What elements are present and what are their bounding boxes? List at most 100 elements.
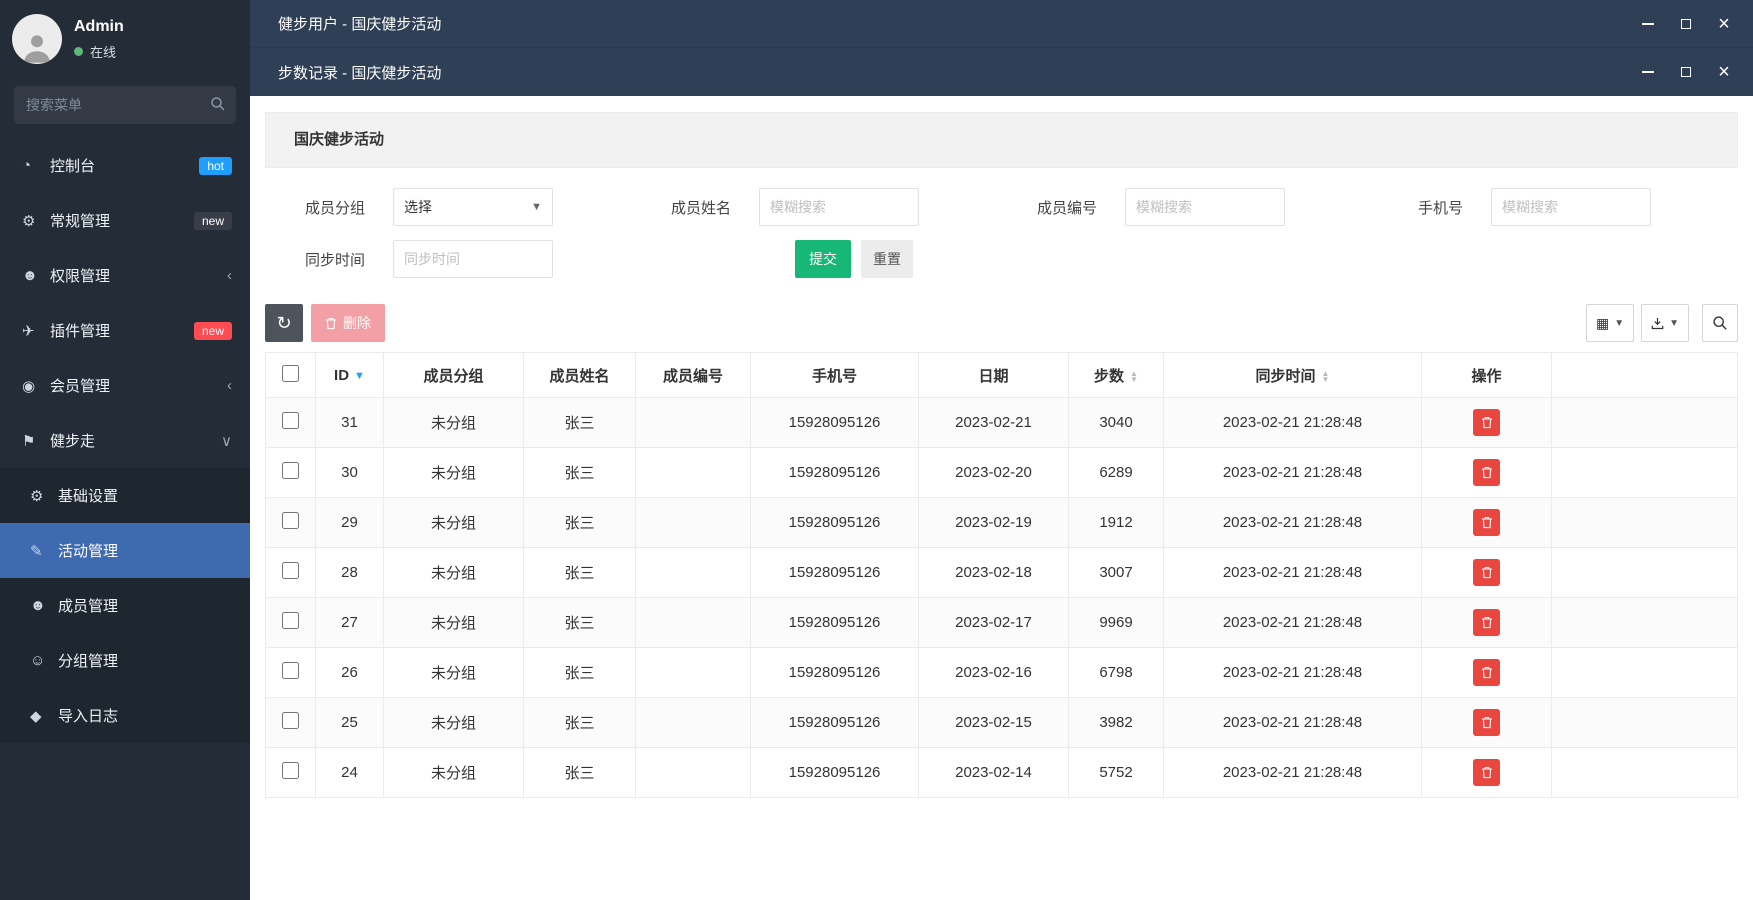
table-row: 26 未分组 张三 15928095126 2023-02-16 6798 20…: [265, 647, 1738, 698]
grid-icon: ▦: [1595, 314, 1610, 331]
sidebar-menu-item[interactable]: ◔ 控制台 hot: [0, 138, 250, 193]
actions-cell: [1421, 647, 1552, 698]
main-area: 健步用户 - 国庆健步活动 × 步数记录 - 国庆健步活动 × 国庆健步活动 成…: [250, 0, 1753, 900]
row-checkbox[interactable]: [282, 512, 299, 529]
column-header-actions: 操作: [1421, 352, 1552, 398]
group-cell: 未分组: [383, 497, 524, 548]
table-row: 24 未分组 张三 15928095126 2023-02-14 5752 20…: [265, 747, 1738, 798]
columns-button[interactable]: ▦ ▼: [1585, 304, 1635, 342]
code-cell: [635, 697, 751, 748]
close-icon[interactable]: ×: [1717, 14, 1731, 34]
row-checkbox[interactable]: [282, 562, 299, 579]
maximize-icon[interactable]: [1679, 65, 1693, 79]
delete-row-button[interactable]: [1473, 609, 1500, 636]
row-checkbox[interactable]: [282, 462, 299, 479]
member-code-label: 成员编号: [1036, 199, 1097, 217]
spacer-cell: [1551, 547, 1738, 598]
member-code-input[interactable]: [1125, 188, 1285, 226]
trash-icon: [1481, 717, 1492, 729]
sidebar-menu-item[interactable]: ⚙ 常规管理 new: [0, 193, 250, 248]
menu-badge: hot: [199, 156, 232, 175]
row-checkbox[interactable]: [282, 762, 299, 779]
delete-row-button[interactable]: [1473, 409, 1500, 436]
steps-cell: 3040: [1068, 397, 1164, 448]
sync-time-label: 同步时间: [304, 251, 365, 269]
table-row: 25 未分组 张三 15928095126 2023-02-15 3982 20…: [265, 697, 1738, 748]
sync-cell: 2023-02-21 21:28:48: [1163, 547, 1422, 598]
menu-search-input[interactable]: [14, 86, 236, 124]
phone-input[interactable]: [1491, 188, 1651, 226]
sidebar-menu-item[interactable]: ☻ 权限管理 ‹: [0, 248, 250, 303]
menu-item-icon: ⚙: [22, 212, 36, 230]
window-titlebar-front[interactable]: 步数记录 - 国庆健步活动 ×: [250, 48, 1753, 96]
column-header-sync[interactable]: 同步时间 ▲ ▼: [1163, 352, 1422, 398]
name-cell: 张三: [523, 597, 636, 648]
sidebar-menu-item[interactable]: ✈ 插件管理 new: [0, 303, 250, 358]
export-button[interactable]: ▼: [1641, 304, 1689, 342]
sync-cell: 2023-02-21 21:28:48: [1163, 397, 1422, 448]
steps-cell: 6289: [1068, 447, 1164, 498]
sort-desc-icon[interactable]: ▼: [354, 370, 365, 382]
minimize-icon[interactable]: [1641, 17, 1655, 31]
delete-row-button[interactable]: [1473, 509, 1500, 536]
submenu-item-label: 分组管理: [58, 653, 119, 670]
search-icon[interactable]: [210, 96, 226, 117]
id-cell: 25: [315, 697, 384, 748]
column-header-phone: 手机号: [750, 352, 919, 398]
member-group-label: 成员分组: [304, 199, 365, 217]
table-body: 31 未分组 张三 15928095126 2023-02-21 3040 20…: [265, 397, 1738, 798]
member-name-input[interactable]: [759, 188, 919, 226]
menu-item-label: 权限管理: [50, 268, 111, 285]
trash-icon: [1481, 567, 1492, 579]
delete-row-button[interactable]: [1473, 759, 1500, 786]
row-checkbox[interactable]: [282, 412, 299, 429]
code-cell: [635, 497, 751, 548]
minimize-icon[interactable]: [1641, 65, 1655, 79]
maximize-icon[interactable]: [1679, 17, 1693, 31]
online-dot-icon: [74, 46, 83, 56]
window-titlebar-back[interactable]: 健步用户 - 国庆健步活动 ×: [250, 0, 1753, 48]
sidebar-submenu-item[interactable]: ⚙ 基础设置: [0, 468, 250, 523]
close-icon[interactable]: ×: [1717, 62, 1731, 82]
row-checkbox[interactable]: [282, 662, 299, 679]
date-cell: 2023-02-15: [918, 697, 1069, 748]
sort-icons[interactable]: ▲ ▼: [1322, 369, 1330, 383]
data-table: ID ▼ 成员分组 成员姓名 成员编号 手机号 日期 步数 ▲ ▼ 同步时间 ▲ ▼ 操作: [265, 352, 1738, 798]
reset-button[interactable]: 重置: [861, 240, 913, 278]
table-search-button[interactable]: [1702, 304, 1738, 342]
name-cell: 张三: [523, 397, 636, 448]
column-header-id[interactable]: ID ▼: [315, 352, 384, 398]
table-row: 27 未分组 张三 15928095126 2023-02-17 9969 20…: [265, 597, 1738, 648]
delete-row-button[interactable]: [1473, 559, 1500, 586]
row-checkbox[interactable]: [282, 712, 299, 729]
refresh-button[interactable]: ↻: [265, 304, 303, 342]
sidebar-menu-item[interactable]: ◉ 会员管理 ‹: [0, 358, 250, 413]
delete-row-button[interactable]: [1473, 709, 1500, 736]
sidebar-submenu-item[interactable]: ◆ 导入日志: [0, 688, 250, 743]
row-checkbox[interactable]: [282, 612, 299, 629]
sync-time-input[interactable]: [393, 240, 553, 278]
select-all-checkbox[interactable]: [282, 364, 299, 382]
delete-row-button[interactable]: [1473, 659, 1500, 686]
member-group-select[interactable]: 选择 ▼: [393, 188, 553, 226]
spacer-cell: [1551, 597, 1738, 648]
menu-badge: new: [193, 211, 232, 230]
name-cell: 张三: [523, 647, 636, 698]
sidebar-menu-item[interactable]: ⚑ 健步走 ∨: [0, 413, 250, 468]
delete-button[interactable]: 删除: [311, 304, 385, 342]
sidebar-submenu-item[interactable]: ☻ 成员管理: [0, 578, 250, 633]
sidebar-submenu-item[interactable]: ☺ 分组管理: [0, 633, 250, 688]
menu-item-label: 会员管理: [50, 378, 111, 395]
avatar[interactable]: [12, 14, 62, 64]
sort-icons[interactable]: ▲ ▼: [1130, 369, 1138, 383]
submenu-item-label: 导入日志: [58, 708, 119, 725]
sidebar-submenu-item[interactable]: ✎ 活动管理: [0, 523, 250, 578]
delete-row-button[interactable]: [1473, 459, 1500, 486]
code-cell: [635, 547, 751, 598]
member-name-label: 成员姓名: [670, 199, 731, 217]
menu-badge: new: [193, 321, 232, 340]
submit-button[interactable]: 提交: [795, 240, 851, 278]
phone-cell: 15928095126: [750, 647, 919, 698]
actions-cell: [1421, 547, 1552, 598]
column-header-steps[interactable]: 步数 ▲ ▼: [1068, 352, 1164, 398]
